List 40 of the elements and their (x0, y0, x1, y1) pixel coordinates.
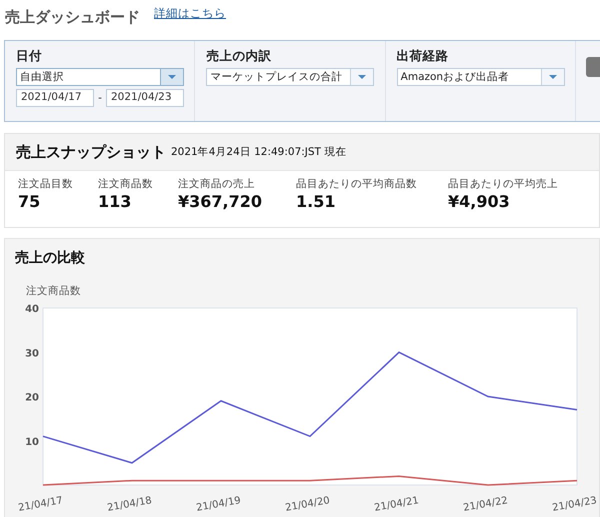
date-separator: - (97, 92, 103, 104)
metric-label: 注文品目数 (18, 177, 74, 191)
axis-tick-label: 40 (25, 304, 39, 315)
axis-tick-label: 21/04/19 (196, 495, 242, 514)
dropdown-arrow-icon (548, 75, 557, 79)
metric-value: ¥367,720 (178, 192, 264, 211)
axis-tick-label: 21/04/20 (284, 495, 331, 514)
axis-tick-label: 21/04/23 (552, 495, 598, 514)
dropdown[interactable]: Amazonおよび出品者 (396, 68, 565, 86)
axis-tick-label: 10 (25, 436, 39, 448)
metric-label: 注文商品の売上 (178, 177, 256, 191)
axis-label: 注文商品数 (25, 284, 82, 298)
metric-label: 注文商品数 (98, 177, 154, 191)
metric-label: 品目あたりの平均売上 (448, 177, 559, 191)
dropdown-arrow-icon (168, 75, 176, 79)
metric-label: 品目あたりの平均商品数 (296, 177, 418, 191)
date-field[interactable]: 2021/04/23 (106, 89, 184, 107)
metric-value: 113 (98, 192, 132, 211)
section-title: 売上スナップショット (16, 142, 166, 162)
dropdown-arrow-icon (358, 75, 366, 79)
axis-tick-label: 20 (25, 392, 39, 404)
axis-tick-label: 21/04/21 (374, 495, 420, 514)
metric-value: ¥4,903 (448, 192, 511, 211)
page-title: 売上ダッシュボード (5, 8, 140, 27)
details-link[interactable]: 詳細はこちら (154, 6, 226, 21)
filter-label: 出荷経路 (396, 48, 450, 65)
metric-value: 75 (18, 192, 42, 211)
date-field[interactable]: 2021/04/17 (16, 89, 94, 107)
filter-label: 売上の内訳 (206, 48, 272, 65)
filter-label: 日付 (16, 48, 43, 65)
section-title: 売上の比較 (14, 249, 86, 267)
axis-tick-label: 21/04/18 (106, 495, 153, 514)
apply-button[interactable] (586, 57, 600, 77)
axis-tick-label: 30 (25, 348, 39, 360)
metric-value: 1.51 (296, 192, 336, 211)
axis-tick-label: 21/04/17 (18, 495, 64, 514)
dropdown[interactable]: 自由選択 (16, 68, 184, 86)
timestamp: 2021年4月24日 12:49:07:JST 現在 (171, 145, 346, 159)
axis-tick-label: 21/04/22 (462, 495, 509, 514)
dropdown[interactable]: マーケットプレイスの合計 (206, 68, 374, 86)
